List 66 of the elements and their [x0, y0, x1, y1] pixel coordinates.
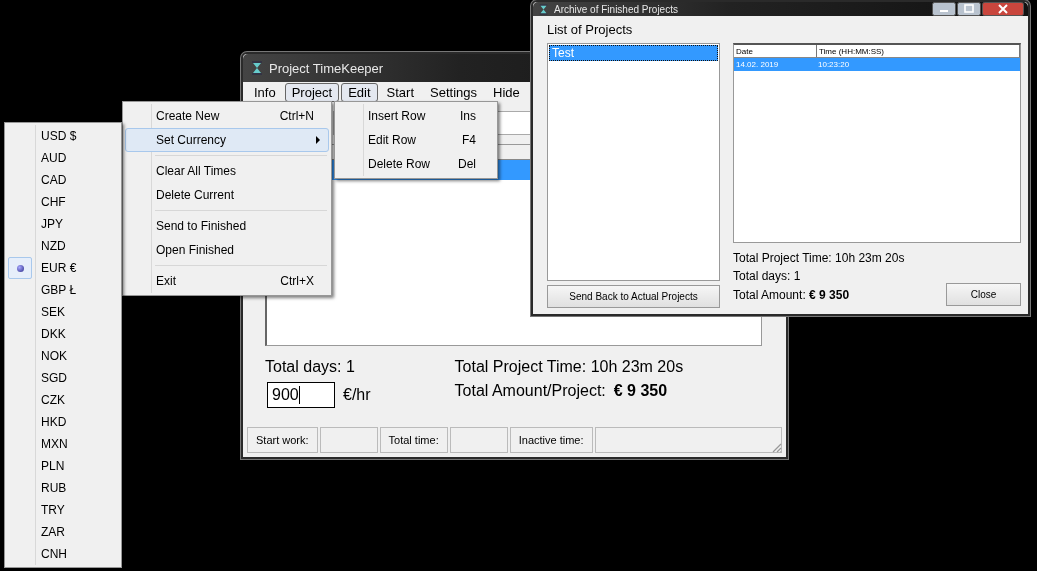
menu-item[interactable]: AUD: [5, 147, 121, 169]
menu-item[interactable]: RUB: [5, 477, 121, 499]
maximize-icon[interactable]: [957, 2, 981, 16]
menu-item[interactable]: ZAR: [5, 521, 121, 543]
menu-item[interactable]: TRY: [5, 499, 121, 521]
menu-item[interactable]: Open Finished: [125, 238, 329, 262]
menu-item[interactable]: CNH: [5, 543, 121, 565]
total-time-text: Total Project Time: 10h 23m 20s: [733, 251, 906, 265]
menu-item[interactable]: Clear All Times: [125, 159, 329, 183]
list-title: List of Projects: [547, 22, 634, 37]
menu-item[interactable]: Set Currency: [125, 128, 329, 152]
status-field: [319, 427, 378, 453]
menu-bar-item[interactable]: Edit: [341, 82, 378, 102]
status-label: Start work:: [247, 427, 318, 453]
menu-item[interactable]: Delete Current: [125, 183, 329, 207]
menu-item[interactable]: USD $: [5, 125, 121, 147]
rate-field[interactable]: 900: [267, 382, 335, 408]
total-days-text: Total days: 1: [265, 358, 356, 376]
rate-unit: €/hr: [343, 386, 371, 404]
status-label: Total time:: [379, 427, 448, 453]
menu-item[interactable]: JPY: [5, 213, 121, 235]
column-header[interactable]: Date: [734, 45, 817, 57]
amount-label: Total Amount/Project:: [454, 382, 606, 400]
status-label: Inactive time:: [509, 427, 593, 453]
menu-item[interactable]: NOK: [5, 345, 121, 367]
menu-bar-item[interactable]: Hide: [486, 82, 527, 102]
hourglass-icon: [251, 61, 263, 75]
menu-item[interactable]: CHF: [5, 191, 121, 213]
close-button[interactable]: Close: [946, 283, 1021, 306]
amount-value: € 9 350: [809, 287, 850, 302]
menu-item[interactable]: Send to Finished: [125, 214, 329, 238]
column-header[interactable]: Time (HH:MM:SS): [817, 45, 1020, 57]
menu-item[interactable]: Insert Row Ins: [337, 104, 495, 128]
menu-item[interactable]: Create New Ctrl+N: [125, 104, 329, 128]
menu-item[interactable]: Exit Ctrl+X: [125, 269, 329, 293]
amount-label: Total Amount:: [733, 287, 806, 302]
menu-item[interactable]: SEK: [5, 301, 121, 323]
menu-bar-item[interactable]: Info: [247, 82, 283, 102]
status-field: [449, 427, 508, 453]
menu-item[interactable]: GBP Ł: [5, 279, 121, 301]
menu-item[interactable]: DKK: [5, 323, 121, 345]
menu-item[interactable]: Edit Row F4: [337, 128, 495, 152]
menu-item[interactable]: CAD: [5, 169, 121, 191]
menu-bar-item[interactable]: Start: [379, 82, 422, 102]
window-title: Project TimeKeeper: [269, 60, 384, 76]
menu-item[interactable]: EUR €: [5, 257, 121, 279]
resize-grip-icon[interactable]: [770, 441, 782, 453]
menu-item[interactable]: PLN: [5, 455, 121, 477]
table-cell-text: 14.02. 2019: [735, 59, 780, 71]
send-back-button[interactable]: Send Back to Actual Projects: [547, 285, 720, 308]
menu-item[interactable]: MXN: [5, 433, 121, 455]
total-days-text: Total days: 1: [733, 269, 802, 283]
amount-value: € 9 350: [613, 382, 668, 400]
menu-item[interactable]: Delete Row Del: [337, 152, 495, 176]
minimize-icon[interactable]: [932, 2, 956, 16]
menu-bar-item[interactable]: Settings: [423, 82, 484, 102]
table-cell-text: 10:23:20: [817, 59, 851, 71]
menu-item[interactable]: HKD: [5, 411, 121, 433]
menu-item[interactable]: CZK: [5, 389, 121, 411]
window-title: Archive of Finished Projects: [554, 3, 678, 15]
menu-bar-item[interactable]: Project: [284, 82, 340, 102]
total-time-text: Total Project Time: 10h 23m 20s: [454, 358, 684, 376]
close-icon[interactable]: [982, 2, 1024, 16]
hourglass-icon: [539, 3, 548, 15]
menu-item[interactable]: SGD: [5, 367, 121, 389]
menu-item[interactable]: NZD: [5, 235, 121, 257]
